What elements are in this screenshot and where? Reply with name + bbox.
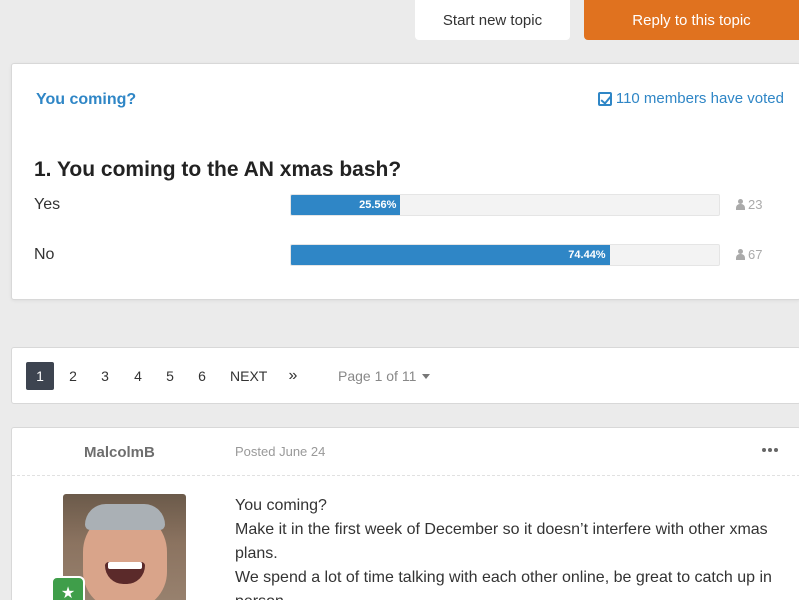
- page-select-dropdown[interactable]: Page 1 of 11: [338, 362, 431, 390]
- poll-option-percent: 25.56%: [359, 199, 397, 211]
- poll-votes-label: 110 members have voted: [615, 90, 784, 107]
- post-body-line: Make it in the first week of December so…: [235, 521, 768, 562]
- poll-option-bar-fill: 25.56%: [291, 195, 401, 215]
- poll-title: You coming?: [36, 91, 137, 108]
- poll-option-count-value: 23: [748, 197, 763, 212]
- poll-option-count: 67: [736, 247, 762, 262]
- poll-option-bar-fill: 74.44%: [291, 245, 610, 265]
- check-square-icon: [597, 91, 612, 106]
- ellipsis-icon[interactable]: [762, 448, 778, 452]
- post-body-line: We spend a lot of time talking with each…: [235, 569, 772, 600]
- page-select-label: Page 1 of 11: [338, 368, 417, 384]
- reply-to-topic-button[interactable]: Reply to this topic: [584, 0, 799, 40]
- page-link-5[interactable]: 5: [156, 362, 184, 390]
- poll-option-percent: 74.44%: [568, 249, 606, 261]
- poll-option-label: Yes: [34, 196, 61, 213]
- poll-question: 1. You coming to the AN xmas bash?: [34, 158, 402, 181]
- post-header: MalcolmB Posted June 24: [12, 428, 799, 476]
- page-link-1[interactable]: 1: [26, 362, 54, 390]
- page-link-3[interactable]: 3: [91, 362, 119, 390]
- pagination: 1 2 3 4 5 6 NEXT » Page 1 of 11: [11, 347, 799, 404]
- page-link-4[interactable]: 4: [124, 362, 152, 390]
- page-link-6[interactable]: 6: [188, 362, 216, 390]
- poll-option-row: Yes 25.56% 23: [12, 194, 799, 218]
- start-new-topic-button[interactable]: Start new topic: [415, 0, 570, 40]
- post-card: MalcolmB Posted June 24 ★ You coming? Ma…: [11, 427, 799, 600]
- poll-votes-link[interactable]: 110 members have voted: [597, 90, 784, 107]
- post-date: Posted June 24: [235, 444, 326, 459]
- poll-option-bar-track: 74.44%: [290, 244, 720, 266]
- next-page-link[interactable]: NEXT: [230, 362, 267, 390]
- last-page-link[interactable]: »: [279, 362, 307, 390]
- user-icon: [736, 249, 745, 260]
- post-body-line: You coming?: [235, 497, 327, 514]
- poll-option-count-value: 67: [748, 247, 763, 262]
- star-badge-icon: ★: [51, 576, 85, 600]
- poll-option-row: No 74.44% 67: [12, 244, 799, 268]
- poll-card: You coming? 110 members have voted 1. Yo…: [11, 63, 799, 300]
- author-name-link[interactable]: MalcolmB: [84, 444, 155, 461]
- post-body: You coming? Make it in the first week of…: [235, 494, 795, 600]
- caret-down-icon: [422, 373, 431, 379]
- poll-option-count: 23: [736, 197, 762, 212]
- page-link-2[interactable]: 2: [59, 362, 87, 390]
- user-icon: [736, 199, 745, 210]
- poll-option-bar-track: 25.56%: [290, 194, 720, 216]
- poll-option-label: No: [34, 246, 55, 263]
